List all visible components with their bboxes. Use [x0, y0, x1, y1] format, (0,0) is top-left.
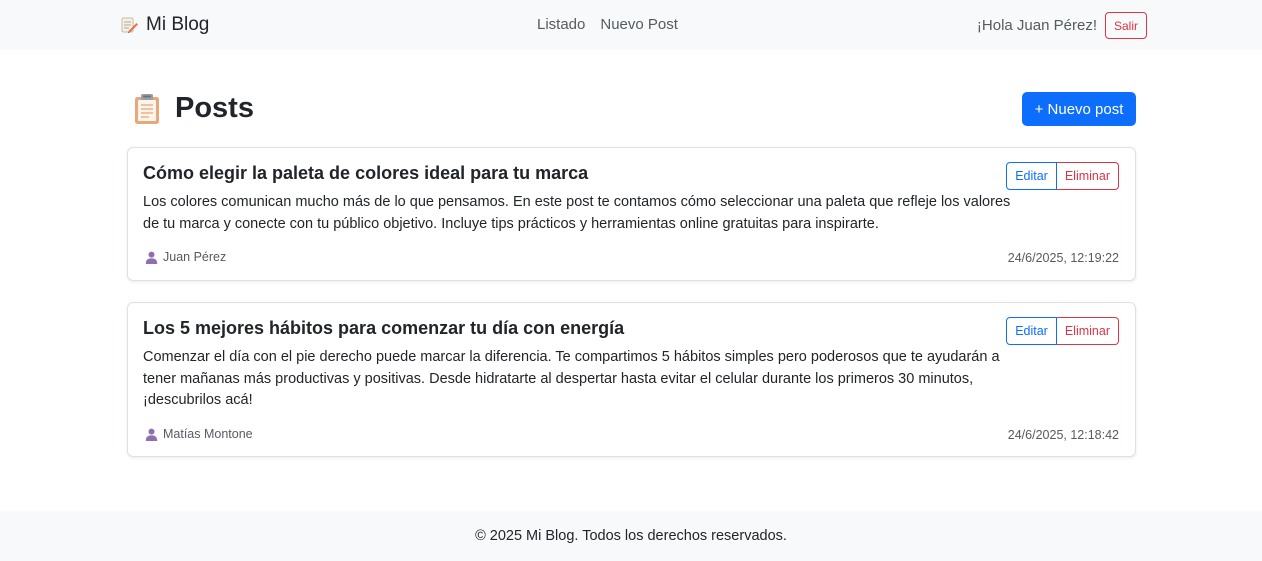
post-title: Cómo elegir la paleta de colores ideal p…: [143, 163, 589, 183]
brand-name: Mi Blog: [146, 14, 210, 35]
delete-post-button[interactable]: Eliminar: [1056, 162, 1119, 190]
edit-post-button[interactable]: Editar: [1006, 317, 1057, 345]
post-excerpt: Comenzar el día con el pie derecho puede…: [143, 349, 1000, 408]
edit-post-button[interactable]: Editar: [1006, 162, 1057, 190]
delete-post-button[interactable]: Eliminar: [1056, 317, 1119, 345]
post-card: Los 5 mejores hábitos para comenzar tu d…: [127, 302, 1136, 457]
post-timestamp: 24/6/2025, 12:18:42: [1007, 428, 1119, 442]
brand-link[interactable]: Mi Blog: [120, 14, 209, 36]
clipboard-icon: [135, 93, 159, 124]
user-icon: [145, 428, 158, 441]
page-header: Posts: [133, 92, 254, 125]
post-timestamp: 24/6/2025, 12:19:22: [1007, 251, 1119, 265]
post-actions: Editar Eliminar: [1006, 317, 1119, 345]
navbar: Mi Blog Listado Nuevo Post ¡Hola Juan Pé…: [0, 0, 1262, 50]
logout-button[interactable]: Salir: [1104, 12, 1147, 39]
post-card: Cómo elegir la paleta de colores ideal p…: [127, 147, 1136, 281]
footer: © 2025 Mi Blog. Todos los derechos reser…: [0, 511, 1262, 561]
post-actions: Editar Eliminar: [1006, 162, 1119, 190]
page-title: Posts: [175, 92, 254, 124]
memo-pencil-icon: [121, 17, 138, 33]
new-post-button[interactable]: + Nuevo post: [1022, 92, 1136, 126]
post-excerpt: Los colores comunican mucho más de lo qu…: [143, 194, 1011, 232]
user-icon: [145, 251, 158, 264]
post-author: Juan Pérez: [145, 250, 226, 264]
user-area: ¡Hola Juan Pérez! Salir: [977, 12, 1147, 39]
post-author: Matías Montone: [145, 427, 253, 441]
author-name: Juan Pérez: [163, 250, 227, 264]
author-name: Matías Montone: [163, 427, 253, 441]
nav-link-listado[interactable]: Listado: [537, 16, 585, 33]
post-title: Los 5 mejores hábitos para comenzar tu d…: [143, 318, 625, 338]
footer-copyright: © 2025 Mi Blog. Todos los derechos reser…: [475, 528, 787, 544]
nav-link-nuevo-post[interactable]: Nuevo Post: [600, 16, 678, 33]
nav-links: Listado Nuevo Post: [537, 16, 678, 33]
user-greeting: ¡Hola Juan Pérez!: [976, 17, 1097, 34]
